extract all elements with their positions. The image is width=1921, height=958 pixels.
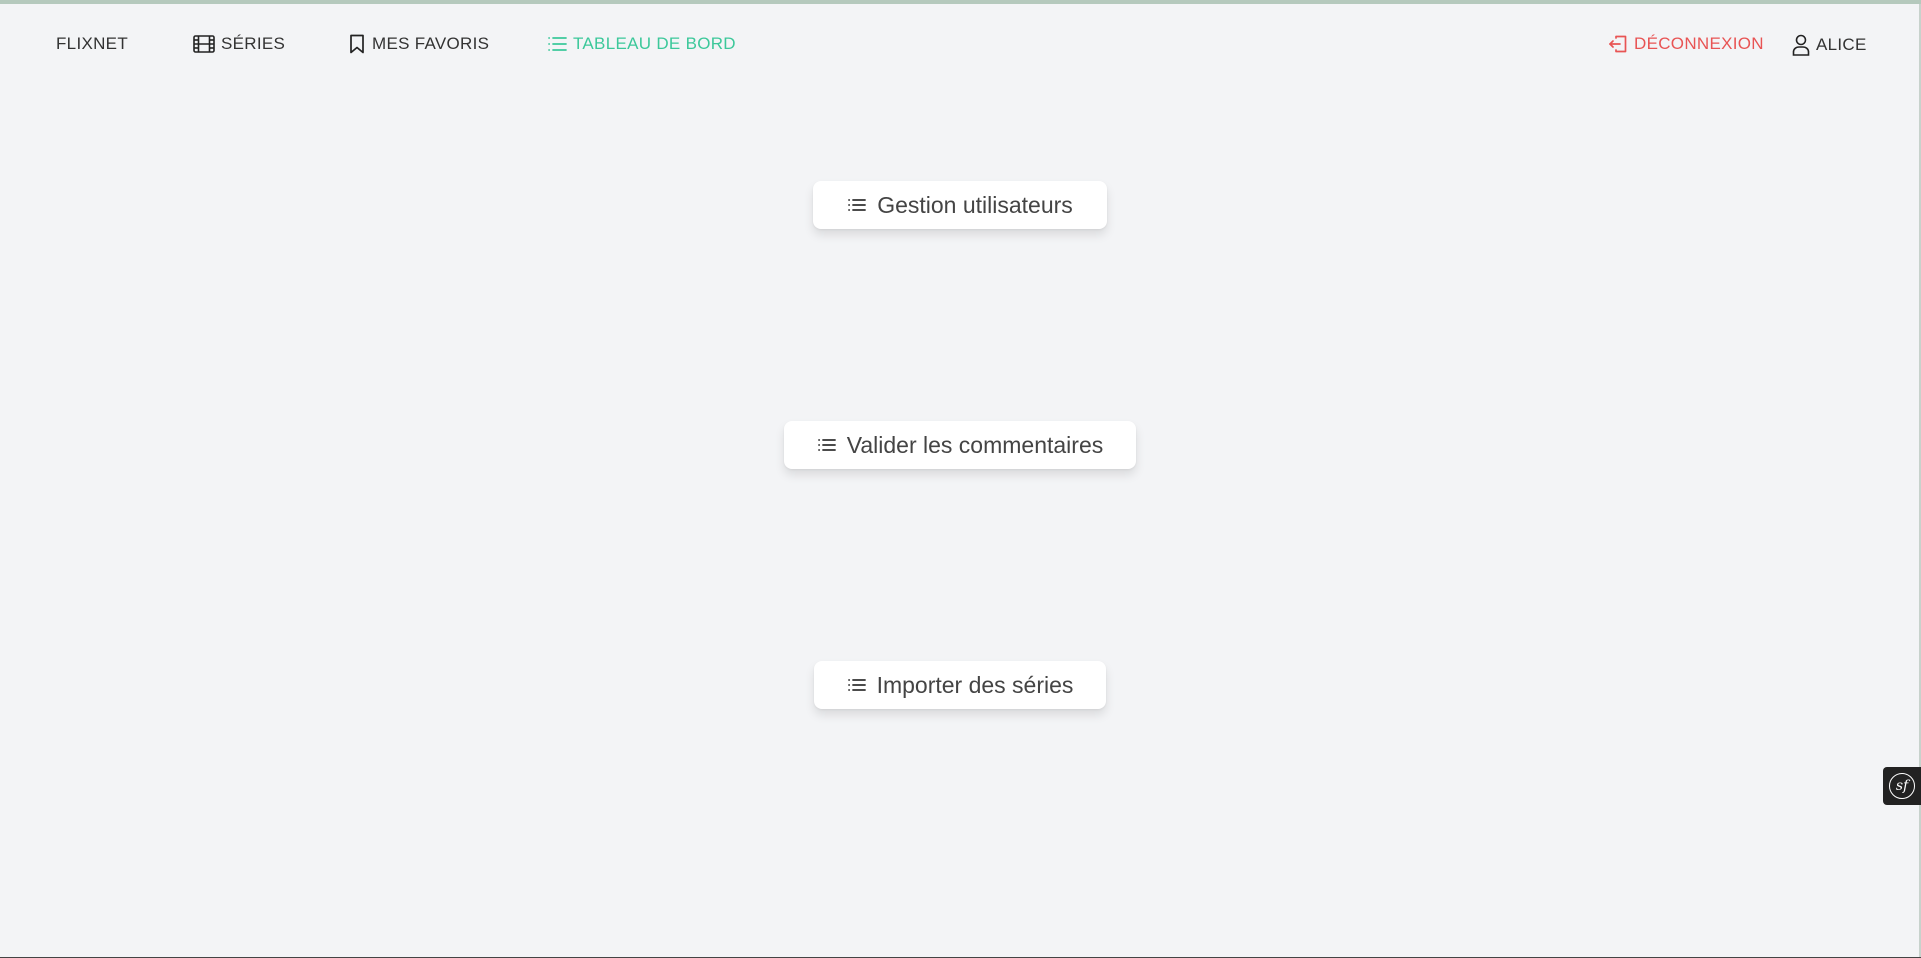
list-icon (547, 36, 567, 52)
nav-user-label: ALICE (1816, 35, 1867, 54)
symfony-logo-label: sf (1895, 778, 1909, 794)
nav-brand-link[interactable]: FLIXNET (56, 34, 128, 54)
nav-dashboard-link[interactable]: TABLEAU DE BORD (547, 34, 736, 54)
list-icon (817, 432, 837, 459)
nav-series-link[interactable]: SÉRIES (193, 34, 285, 54)
bookmark-icon (348, 34, 366, 54)
brand-label: FLIXNET (56, 34, 129, 53)
list-icon (847, 192, 867, 219)
symfony-toolbar-toggle[interactable]: sf (1883, 767, 1921, 805)
nav-dashboard-label: TABLEAU DE BORD (573, 34, 736, 53)
validate-comments-label: Valider les commentaires (846, 431, 1104, 458)
top-navbar: FLIXNET SÉRIES MES FAVORIS TABLEAU DE BO… (0, 4, 1921, 84)
list-icon (847, 672, 867, 699)
import-series-label: Importer des séries (876, 671, 1074, 698)
nav-favoris-label: MES FAVORIS (372, 34, 490, 53)
nav-logout-label: DÉCONNEXION (1634, 34, 1764, 53)
symfony-logo-icon: sf (1889, 773, 1915, 799)
users-management-button[interactable]: Gestion utilisateurs (813, 181, 1107, 229)
film-icon (193, 35, 215, 53)
user-icon (1792, 34, 1810, 56)
validate-comments-button[interactable]: Valider les commentaires (784, 421, 1136, 469)
nav-favoris-link[interactable]: MES FAVORIS (348, 34, 489, 54)
import-series-button[interactable]: Importer des séries (814, 661, 1106, 709)
users-management-label: Gestion utilisateurs (877, 191, 1073, 218)
nav-user-link[interactable]: ALICE (1792, 34, 1867, 56)
nav-logout-link[interactable]: DÉCONNEXION (1608, 34, 1764, 54)
logout-icon (1608, 34, 1628, 54)
nav-series-label: SÉRIES (221, 34, 286, 53)
